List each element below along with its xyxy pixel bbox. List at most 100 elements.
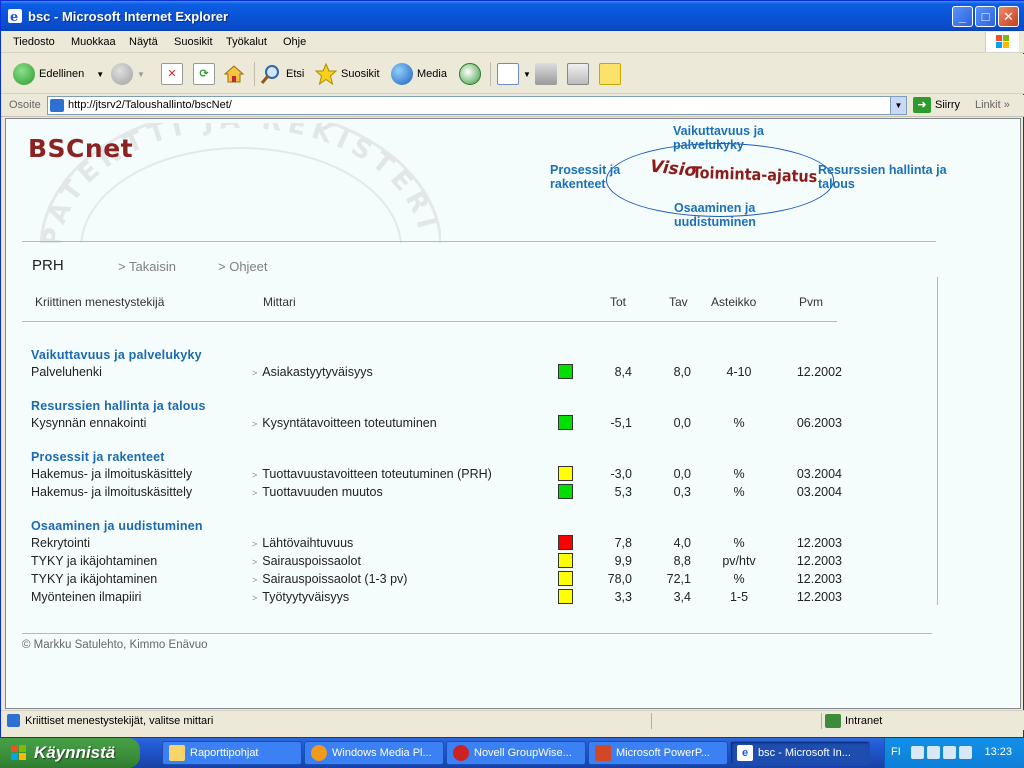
status-indicator [558,535,573,550]
stop-button[interactable]: ✕ [161,62,187,86]
task-groupwise[interactable]: Novell GroupWise... [446,741,586,765]
address-input[interactable]: http://jtsrv2/Taloushallinto/bscNet/ ▼ [47,96,907,115]
factor-cell: Kysynnän ennakointi [31,416,147,430]
tray-volume-icon[interactable] [943,746,956,759]
menu-tyokalut[interactable]: Työkalut [226,36,267,48]
metric-link[interactable]: > Kysyntätavoitteen toteutuminen [252,416,437,430]
mail-button[interactable]: ▼ [497,62,531,86]
tray-sync-icon[interactable] [927,746,940,759]
table-row[interactable]: Palveluhenki > Asiakastyytyväisyys 8,4 8,0 4-… [6,364,846,383]
factor-cell: Hakemus- ja ilmoituskäsittely [31,467,193,481]
print-button[interactable] [535,62,561,86]
tav-cell: 0,3 [673,485,691,499]
tav-cell: 72,1 [666,572,691,586]
table-row[interactable]: Myönteinen ilmapiiri > Työtyytyväisyys 3,3 3… [6,589,846,608]
table-row[interactable]: Kysynnän ennakointi > Kysyntätavoitteen to… [6,415,846,434]
links-button[interactable]: Linkit » [975,99,1010,111]
scale-cell: 1-5 [729,590,749,604]
notes-button[interactable] [599,62,625,86]
start-button[interactable]: Käynnistä [0,738,140,768]
tot-cell: -3,0 [610,467,632,481]
table-row[interactable]: Rekrytointi > Lähtövaihtuvuus 7,8 4,0% 12.200… [6,535,846,554]
ie-window: e bsc - Microsoft Internet Explorer _ □ … [0,0,1024,738]
metric-link[interactable]: > Työtyytyväisyys [252,590,349,604]
menu-ohje[interactable]: Ohje [283,36,306,48]
tray-security-icon[interactable] [959,746,972,759]
date-cell: 06.2003 [796,416,842,430]
nav-vaikuttavuus[interactable]: Vaikuttavuus ja palvelukyky [673,124,793,152]
menu-tiedosto[interactable]: Tiedosto [13,36,55,48]
tav-cell: 8,8 [673,554,691,568]
metric-link[interactable]: > Sairauspoissaolot (1-3 pv) [252,572,407,586]
back-button[interactable]: Edellinen ▼ [13,62,104,86]
task-ie-bsc[interactable]: e bsc - Microsoft In... [730,741,870,765]
factor-cell: Rekrytointi [31,536,91,550]
table-row[interactable]: TYKY ja ikäjohtaminen > Sairauspoissaolot 9… [6,553,846,572]
refresh-button[interactable]: ⟳ [193,62,219,86]
home-button[interactable] [223,62,249,86]
forward-button[interactable]: ▼ [111,62,145,86]
table-row[interactable]: Hakemus- ja ilmoituskäsittely > Tuottavuud… [6,484,846,503]
tav-cell: 0,0 [673,416,691,430]
close-button[interactable]: ✕ [998,6,1019,27]
minimize-button[interactable]: _ [952,6,973,27]
tot-cell: 8,4 [614,365,632,379]
address-dropdown-icon[interactable]: ▼ [890,97,906,114]
copyright: © Markku Satulehto, Kimmo Enävuo [22,639,208,651]
bscnet-logo[interactable]: BSCnet [28,134,133,163]
date-cell: 12.2002 [796,365,842,379]
task-powerpoint[interactable]: Microsoft PowerP... [588,741,728,765]
nav-resurssit[interactable]: Resurssien hallinta ja talous [818,163,958,191]
search-icon [260,63,282,85]
chevron-right-icon: > [252,539,258,549]
date-cell: 12.2003 [796,536,842,550]
back-dropdown-icon[interactable]: ▼ [96,70,104,79]
metric-link[interactable]: > Asiakastyytyväisyys [252,365,373,379]
metric-link[interactable]: > Tuottavuuden muutos [252,485,383,499]
date-cell: 12.2003 [796,590,842,604]
footer-divider [22,633,932,634]
chevron-right-icon: > [252,419,258,429]
header-tot: Tot [610,295,627,309]
date-cell: 03.2004 [796,485,842,499]
language-indicator[interactable]: FI [891,746,901,758]
chevron-right-icon: > [252,593,258,603]
note-icon [599,63,621,85]
tray-network-icon[interactable] [911,746,924,759]
toolbar: Edellinen ▼ ▼ ✕ ⟳ Etsi Suosikit Media ▼ [1,54,1024,94]
date-cell: 12.2003 [796,572,842,586]
menu-suosikit[interactable]: Suosikit [174,36,213,48]
help-link[interactable]: > Ohjeet [218,259,268,274]
back-link[interactable]: > Takaisin [118,259,176,274]
chevron-right-icon: > [252,557,258,567]
edit-button[interactable] [567,62,593,86]
maximize-button[interactable]: □ [975,6,996,27]
section-title: Vaikuttavuus ja palvelukyky [31,348,202,362]
table-row[interactable]: Hakemus- ja ilmoituskäsittely > Tuottavuus… [6,466,846,485]
factor-cell: Hakemus- ja ilmoituskäsittely [31,485,193,499]
search-button[interactable]: Etsi [260,62,304,86]
task-raporttipohjat[interactable]: Raporttipohjat [162,741,302,765]
scale-cell: % [733,416,745,430]
nav-osaaminen[interactable]: Osaaminen ja uudistuminen [674,201,784,229]
menu-nayta[interactable]: Näytä [129,36,158,48]
favorites-button[interactable]: Suosikit [314,62,380,86]
go-arrow-icon: ➜ [913,97,931,113]
factor-cell: TYKY ja ikäjohtaminen [31,554,158,568]
metric-link[interactable]: > Sairauspoissaolot [252,554,361,568]
table-row[interactable]: TYKY ja ikäjohtaminen > Sairauspoissaolot … [6,571,846,590]
scale-cell: % [733,536,745,550]
metric-link[interactable]: > Tuottavuustavoitteen toteutuminen (PRH) [252,467,492,481]
metric-link[interactable]: > Lähtövaihtuvuus [252,536,353,550]
title-bar[interactable]: e bsc - Microsoft Internet Explorer _ □ … [1,1,1024,31]
table-right-border [937,277,938,605]
task-media-player[interactable]: Windows Media Pl... [304,741,444,765]
status-indicator [558,484,573,499]
media-button[interactable]: Media [391,62,447,86]
nav-prosessit[interactable]: Prosessit ja rakenteet [550,163,640,191]
toolbar-separator [254,62,255,86]
history-button[interactable] [459,62,485,86]
go-button[interactable]: ➜ Siirry [913,97,960,113]
tav-cell: 3,4 [673,590,691,604]
menu-muokkaa[interactable]: Muokkaa [71,36,116,48]
